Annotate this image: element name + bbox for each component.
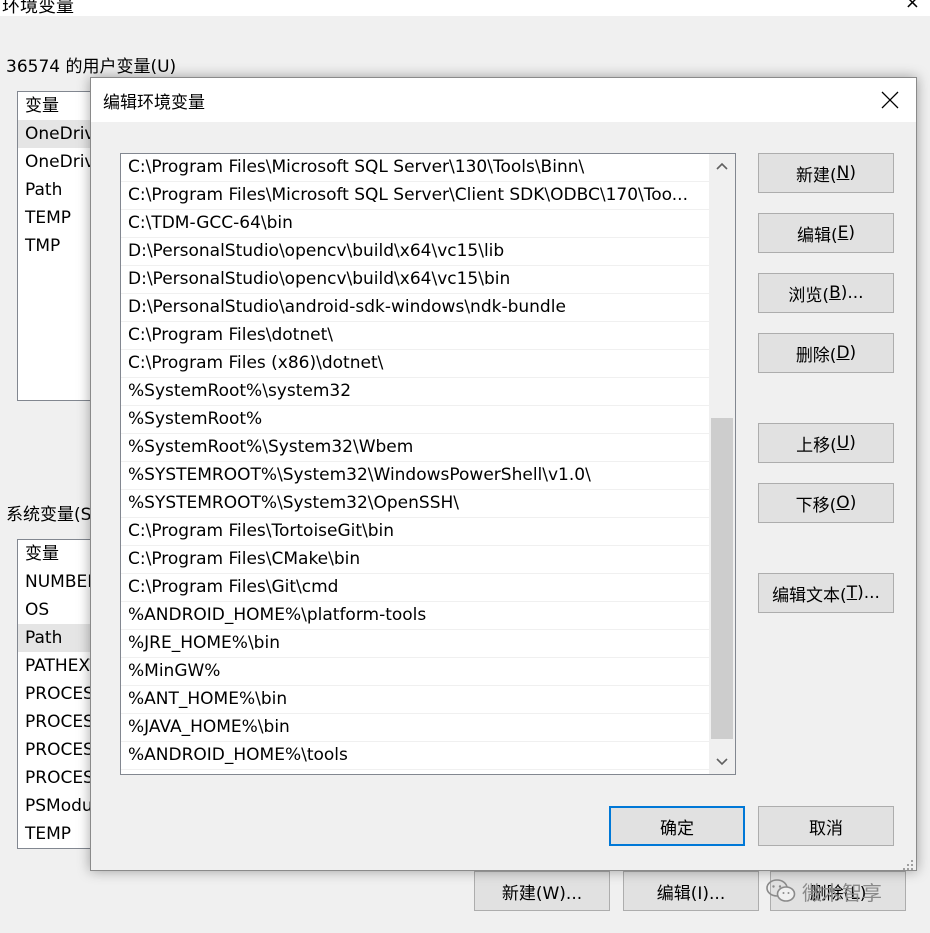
new-button[interactable]: 新建(N)	[758, 153, 894, 193]
path-row[interactable]: %MinGW%	[121, 658, 709, 686]
list-item[interactable]: Path	[18, 624, 96, 652]
path-rows: C:\Program Files\Microsoft SQL Server\13…	[121, 154, 709, 770]
path-row[interactable]: %JRE_HOME%\bin	[121, 630, 709, 658]
dialog-title: 编辑环境变量	[103, 93, 205, 113]
edit-button[interactable]: 编辑(E)	[758, 213, 894, 253]
user-vars-header[interactable]: 变量	[18, 92, 96, 120]
background-title: 环境变量	[2, 0, 74, 16]
edit-text-button-suffix: )...	[857, 583, 880, 603]
browse-button-key: B	[829, 283, 841, 303]
edit-button-label: 编辑(	[796, 225, 838, 246]
vertical-scrollbar[interactable]	[709, 154, 735, 774]
scroll-down-icon[interactable]	[709, 750, 735, 774]
bg-edit-button[interactable]: 编辑(I)...	[623, 871, 759, 911]
user-vars-list[interactable]: 变量 OneDrive OneDrive Path TEMP TMP	[17, 91, 97, 401]
list-item[interactable]: PROCESSOR_REVISION	[18, 764, 96, 792]
new-button-suffix: )	[849, 163, 856, 183]
list-item[interactable]: TMP	[18, 232, 96, 260]
delete-button[interactable]: 删除(D)	[758, 333, 894, 373]
cancel-button[interactable]: 取消	[758, 806, 894, 846]
delete-button-label: 删除(	[795, 345, 837, 366]
scroll-up-icon[interactable]	[709, 154, 735, 178]
watermark: 微木智享	[766, 874, 882, 908]
path-row[interactable]: C:\TDM-GCC-64\bin	[121, 210, 709, 238]
resize-grip-icon[interactable]	[902, 856, 914, 870]
move-up-button-suffix: )	[849, 433, 856, 453]
list-item[interactable]: OneDrive	[18, 148, 96, 176]
path-row[interactable]: %JAVA_HOME%\bin	[121, 714, 709, 742]
path-row[interactable]: %SYSTEMROOT%\System32\OpenSSH\	[121, 490, 709, 518]
ok-button[interactable]: 确定	[609, 806, 745, 846]
list-item[interactable]: TEMP	[18, 820, 96, 848]
browse-button[interactable]: 浏览(B)...	[758, 273, 894, 313]
bg-new-button[interactable]: 新建(W)...	[474, 871, 610, 911]
browse-button-label: 浏览(	[788, 285, 830, 306]
browse-button-suffix: )...	[840, 283, 864, 303]
list-item[interactable]: PSModulePath	[18, 792, 96, 820]
move-up-button-key: U	[836, 433, 850, 453]
move-down-button-key: O	[836, 493, 850, 513]
list-item[interactable]: OS	[18, 596, 96, 624]
new-button-key: N	[836, 163, 850, 183]
delete-button-suffix: )	[849, 343, 857, 363]
watermark-text: 微木智享	[802, 880, 882, 905]
sys-vars-header[interactable]: 变量	[18, 540, 96, 568]
list-item[interactable]: PROCESSOR_IDENTIFIER	[18, 708, 96, 736]
path-row[interactable]: %ANT_HOME%\bin	[121, 686, 709, 714]
path-row[interactable]: %ANDROID_HOME%\platform-tools	[121, 602, 709, 630]
list-item[interactable]: OneDrive	[18, 120, 96, 148]
wechat-icon	[766, 879, 796, 902]
move-up-button[interactable]: 上移(U)	[758, 423, 894, 463]
move-down-button[interactable]: 下移(O)	[758, 483, 894, 523]
edit-text-button[interactable]: 编辑文本(T)...	[758, 573, 894, 613]
edit-text-button-label: 编辑文本(	[772, 585, 847, 606]
path-list[interactable]: C:\Program Files\Microsoft SQL Server\13…	[120, 153, 736, 775]
new-button-label: 新建(	[796, 165, 837, 186]
edit-text-button-key: T	[846, 583, 858, 603]
path-row[interactable]: %SYSTEMROOT%\System32\WindowsPowerShell\…	[121, 462, 709, 490]
user-vars-label: 36574 的用户变量(U)	[6, 52, 177, 77]
list-item[interactable]: Path	[18, 176, 96, 204]
move-up-button-label: 上移(	[796, 435, 837, 456]
close-icon[interactable]	[872, 84, 908, 116]
delete-button-key: D	[836, 343, 850, 363]
dialog-titlebar: 编辑环境变量	[91, 78, 916, 122]
path-row[interactable]: %SystemRoot%	[121, 406, 709, 434]
sys-vars-label: 系统变量(S)	[6, 500, 99, 525]
edit-env-dialog: 编辑环境变量 C:\Program Files\Microsoft SQL Se…	[90, 77, 917, 871]
path-row[interactable]: %ANDROID_HOME%\tools	[121, 742, 709, 770]
list-item[interactable]: PROCESSOR_ARCHITECTURE	[18, 680, 96, 708]
path-row[interactable]: %SystemRoot%\system32	[121, 378, 709, 406]
path-row[interactable]: C:\Program Files\CMake\bin	[121, 546, 709, 574]
path-row[interactable]: %SystemRoot%\System32\Wbem	[121, 434, 709, 462]
scroll-thumb[interactable]	[711, 418, 733, 739]
path-row[interactable]: C:\Program Files\Microsoft SQL Server\Cl…	[121, 182, 709, 210]
path-row[interactable]: C:\Program Files\Git\cmd	[121, 574, 709, 602]
path-row[interactable]: D:\PersonalStudio\opencv\build\x64\vc15\…	[121, 238, 709, 266]
list-item[interactable]: NUMBER_OF_PROCESSORS	[18, 568, 96, 596]
path-row[interactable]: C:\Program Files\Microsoft SQL Server\13…	[121, 154, 709, 182]
path-row[interactable]: C:\Program Files\TortoiseGit\bin	[121, 518, 709, 546]
background-close-icon[interactable]: ×	[905, 0, 920, 13]
move-down-button-suffix: )	[849, 493, 857, 513]
background-titlebar: 环境变量 ×	[0, 0, 930, 16]
path-row[interactable]: C:\Program Files\dotnet\	[121, 322, 709, 350]
sys-vars-list[interactable]: 变量 NUMBER_OF_PROCESSORS OS Path PATHEXT …	[17, 539, 97, 849]
list-item[interactable]: TEMP	[18, 204, 96, 232]
list-item[interactable]: PROCESSOR_LEVEL	[18, 736, 96, 764]
edit-button-key: E	[837, 223, 849, 243]
path-row[interactable]: D:\PersonalStudio\opencv\build\x64\vc15\…	[121, 266, 709, 294]
move-down-button-label: 下移(	[795, 495, 837, 516]
list-item[interactable]: PATHEXT	[18, 652, 96, 680]
path-row[interactable]: D:\PersonalStudio\android-sdk-windows\nd…	[121, 294, 709, 322]
path-row[interactable]: C:\Program Files (x86)\dotnet\	[121, 350, 709, 378]
edit-button-suffix: )	[848, 223, 856, 243]
